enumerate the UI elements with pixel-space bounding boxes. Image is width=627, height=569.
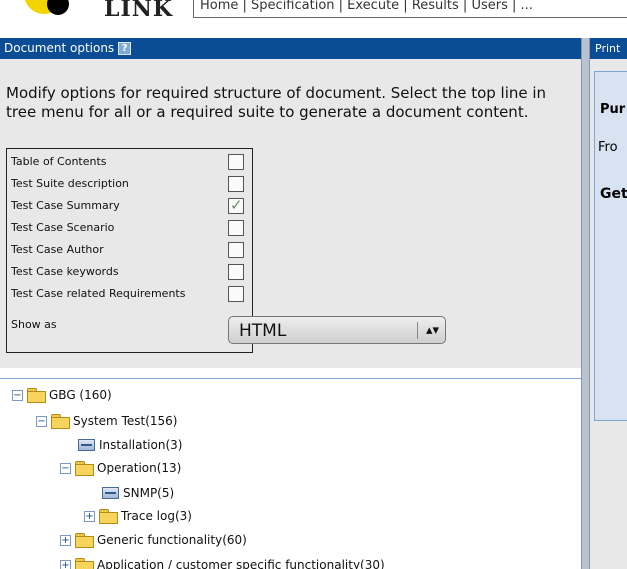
- folder-open-icon: [26, 388, 46, 403]
- folder-icon: [74, 558, 94, 569]
- logo-text: LINK: [104, 0, 173, 22]
- print-purpose-heading: Pur: [600, 102, 626, 117]
- tree-node-label[interactable]: GBG (160): [49, 388, 112, 402]
- collapse-icon[interactable]: −: [60, 462, 71, 474]
- expand-icon[interactable]: +: [60, 559, 71, 569]
- tree-node-system-test[interactable]: − System Test(156): [36, 411, 177, 431]
- table-of-contents-checkbox[interactable]: [228, 154, 244, 170]
- option-label: Test Suite description: [11, 177, 129, 190]
- tree-node-label[interactable]: Operation(13): [97, 461, 181, 475]
- expand-icon[interactable]: +: [60, 534, 71, 546]
- option-row-table-of-contents: Table of Contents: [7, 151, 254, 173]
- tree-node-trace-log[interactable]: + Trace log(3): [84, 506, 192, 526]
- top-navigation: Home | Specification | Execute | Results…: [193, 0, 627, 18]
- test-suite-icon: [102, 487, 119, 499]
- nav-item-users[interactable]: Users: [471, 0, 507, 12]
- option-label: Test Case keywords: [11, 265, 119, 278]
- collapse-icon[interactable]: −: [36, 415, 47, 427]
- expand-icon[interactable]: +: [84, 510, 95, 522]
- folder-open-icon: [74, 461, 94, 476]
- show-as-label: Show as: [11, 318, 57, 331]
- show-as-value: HTML: [239, 321, 287, 341]
- document-options-title: Document options: [4, 41, 115, 55]
- print-get-heading: Get: [600, 186, 627, 202]
- select-arrows-icon: ▴▾: [417, 322, 439, 339]
- tree-node-label[interactable]: Application / customer specific function…: [97, 558, 385, 569]
- folder-icon: [74, 533, 94, 548]
- option-row-test-suite-description: Test Suite description: [7, 173, 254, 195]
- test-case-scenario-checkbox[interactable]: [228, 220, 244, 236]
- test-suite-icon: [78, 439, 95, 451]
- option-row-test-case-scenario: Test Case Scenario: [7, 217, 254, 239]
- document-options-titlebar: Document options ?: [0, 38, 581, 59]
- option-label: Test Case Scenario: [11, 221, 115, 234]
- test-suite-description-checkbox[interactable]: [228, 176, 244, 192]
- app-header: LINK Home | Specification | Execute | Re…: [0, 0, 627, 38]
- panel-splitter[interactable]: [581, 38, 590, 569]
- collapse-icon[interactable]: −: [12, 389, 23, 401]
- tree-node-label[interactable]: Installation(3): [99, 438, 182, 452]
- option-row-test-case-author: Test Case Author: [7, 239, 254, 261]
- nav-item-more[interactable]: ...: [521, 0, 533, 12]
- nav-item-specification[interactable]: Specification: [251, 0, 334, 12]
- tree-node-operation[interactable]: − Operation(13): [60, 458, 181, 478]
- print-preview: Pur Fro Get: [594, 71, 627, 421]
- tree-node-application-specific[interactable]: + Application / customer specific functi…: [60, 555, 385, 569]
- test-case-keywords-checkbox[interactable]: [228, 264, 244, 280]
- tree-node-label[interactable]: Trace log(3): [121, 509, 192, 523]
- test-suite-tree: − GBG (160) − System Test(156) Installat…: [0, 378, 581, 569]
- tree-node-label[interactable]: SNMP(5): [123, 486, 174, 500]
- print-panel-lower: [590, 422, 627, 569]
- option-label: Test Case Author: [11, 243, 104, 256]
- option-label: Test Case related Requirements: [11, 287, 186, 300]
- tree-node-installation[interactable]: Installation(3): [78, 435, 182, 455]
- nav-item-home[interactable]: Home: [200, 0, 238, 12]
- nav-item-results[interactable]: Results: [412, 0, 459, 12]
- test-case-author-checkbox[interactable]: [228, 242, 244, 258]
- folder-icon: [98, 509, 118, 524]
- tree-node-generic-functionality[interactable]: + Generic functionality(60): [60, 530, 247, 550]
- print-panel: Print Pur Fro Get: [590, 38, 627, 422]
- tree-node-snmp[interactable]: SNMP(5): [102, 483, 174, 503]
- nav-item-execute[interactable]: Execute: [347, 0, 399, 12]
- option-label: Test Case Summary: [11, 199, 120, 212]
- option-row-test-case-summary: Test Case Summary: [7, 195, 254, 217]
- logo-icon: [24, 0, 64, 14]
- tree-node-label[interactable]: Generic functionality(60): [97, 533, 247, 547]
- test-case-summary-checkbox[interactable]: [228, 196, 244, 214]
- tree-node-label[interactable]: System Test(156): [73, 414, 177, 428]
- tree-node-gbg[interactable]: − GBG (160): [12, 385, 112, 405]
- option-row-test-case-related-requirements: Test Case related Requirements: [7, 283, 254, 305]
- test-case-related-requirements-checkbox[interactable]: [228, 286, 244, 302]
- instructions-text: Modify options for required structure of…: [6, 84, 547, 121]
- print-titlebar: Print: [590, 38, 627, 59]
- option-row-show-as: Show as: [7, 311, 254, 333]
- show-as-select[interactable]: HTML ▴▾: [228, 316, 446, 344]
- document-options-panel: Document options ? Modify options for re…: [0, 38, 581, 368]
- print-from-text: Fro: [598, 140, 618, 155]
- option-row-test-case-keywords: Test Case keywords: [7, 261, 254, 283]
- help-icon[interactable]: ?: [118, 42, 132, 55]
- option-label: Table of Contents: [11, 155, 107, 168]
- document-options-box: Table of Contents Test Suite description…: [6, 148, 446, 353]
- folder-open-icon: [50, 414, 70, 429]
